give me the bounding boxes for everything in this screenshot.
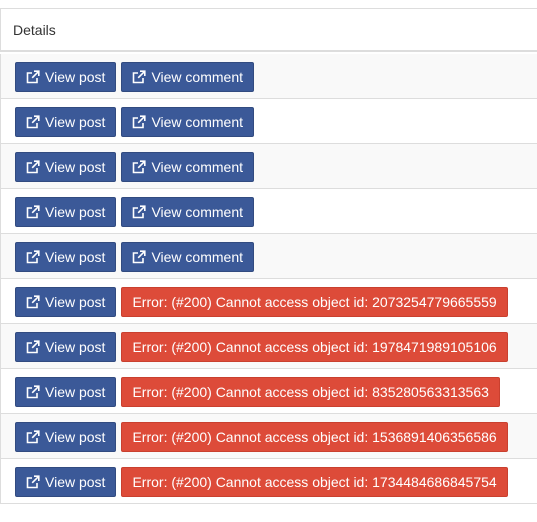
view-post-label: View post bbox=[45, 339, 106, 355]
view-post-label: View post bbox=[45, 474, 106, 490]
details-cell: View post Error: (#200) Cannot access obj… bbox=[15, 467, 508, 497]
table-row: View post View comment bbox=[0, 54, 537, 99]
error-badge: Error: (#200) Cannot access object id: 1… bbox=[121, 332, 508, 362]
external-link-icon bbox=[26, 250, 40, 264]
table-row: View post View comment bbox=[0, 189, 537, 234]
table-header: Details bbox=[0, 8, 537, 52]
view-comment-button[interactable]: View comment bbox=[121, 152, 255, 182]
view-post-label: View post bbox=[45, 429, 106, 445]
column-header-details: Details bbox=[13, 22, 56, 38]
view-comment-button[interactable]: View comment bbox=[121, 62, 255, 92]
view-post-button[interactable]: View post bbox=[15, 152, 117, 182]
error-message: Error: (#200) Cannot access object id: 2… bbox=[132, 294, 497, 310]
view-post-label: View post bbox=[45, 114, 106, 130]
view-post-label: View post bbox=[45, 384, 106, 400]
view-comment-button[interactable]: View comment bbox=[121, 242, 255, 272]
view-comment-button[interactable]: View comment bbox=[121, 107, 255, 137]
table-row: View post View comment bbox=[0, 234, 537, 279]
view-post-button[interactable]: View post bbox=[15, 332, 117, 362]
table-row: View post Error: (#200) Cannot access obj… bbox=[0, 279, 537, 324]
error-message: Error: (#200) Cannot access object id: 1… bbox=[132, 429, 497, 445]
table-row: View post View comment bbox=[0, 144, 537, 189]
external-link-icon bbox=[133, 70, 147, 84]
external-link-icon bbox=[133, 160, 147, 174]
external-link-icon bbox=[26, 430, 40, 444]
table-row: View post Error: (#200) Cannot access obj… bbox=[0, 459, 537, 504]
table-row: View post Error: (#200) Cannot access obj… bbox=[0, 324, 537, 369]
error-message: Error: (#200) Cannot access object id: 1… bbox=[132, 474, 497, 490]
view-comment-button[interactable]: View comment bbox=[121, 197, 255, 227]
table-row: View post Error: (#200) Cannot access obj… bbox=[0, 369, 537, 414]
error-message: Error: (#200) Cannot access object id: 1… bbox=[132, 339, 497, 355]
view-post-button[interactable]: View post bbox=[15, 287, 117, 317]
external-link-icon bbox=[26, 115, 40, 129]
table-row: View post Error: (#200) Cannot access obj… bbox=[0, 414, 537, 459]
details-cell: View post Error: (#200) Cannot access obj… bbox=[15, 332, 508, 362]
details-cell: View post View comment bbox=[15, 62, 255, 92]
external-link-icon bbox=[26, 205, 40, 219]
details-cell: View post View comment bbox=[15, 107, 255, 137]
view-post-label: View post bbox=[45, 69, 106, 85]
external-link-icon bbox=[26, 340, 40, 354]
external-link-icon bbox=[26, 385, 40, 399]
details-cell: View post Error: (#200) Cannot access obj… bbox=[15, 377, 500, 407]
view-post-button[interactable]: View post bbox=[15, 422, 117, 452]
details-cell: View post Error: (#200) Cannot access obj… bbox=[15, 422, 508, 452]
external-link-icon bbox=[26, 160, 40, 174]
details-cell: View post View comment bbox=[15, 197, 255, 227]
error-badge: Error: (#200) Cannot access object id: 1… bbox=[121, 467, 508, 497]
table-row: View post View comment bbox=[0, 99, 537, 144]
details-cell: View post Error: (#200) Cannot access obj… bbox=[15, 287, 508, 317]
error-badge: Error: (#200) Cannot access object id: 8… bbox=[121, 377, 500, 407]
view-post-button[interactable]: View post bbox=[15, 62, 117, 92]
error-badge: Error: (#200) Cannot access object id: 2… bbox=[121, 287, 508, 317]
error-message: Error: (#200) Cannot access object id: 8… bbox=[132, 384, 489, 400]
view-post-button[interactable]: View post bbox=[15, 467, 117, 497]
view-post-button[interactable]: View post bbox=[15, 197, 117, 227]
external-link-icon bbox=[133, 115, 147, 129]
error-badge: Error: (#200) Cannot access object id: 1… bbox=[121, 422, 508, 452]
external-link-icon bbox=[133, 250, 147, 264]
view-post-button[interactable]: View post bbox=[15, 377, 117, 407]
external-link-icon bbox=[26, 70, 40, 84]
details-cell: View post View comment bbox=[15, 152, 255, 182]
view-post-button[interactable]: View post bbox=[15, 107, 117, 137]
view-comment-label: View comment bbox=[151, 204, 244, 220]
external-link-icon bbox=[133, 205, 147, 219]
view-comment-label: View comment bbox=[151, 249, 244, 265]
external-link-icon bbox=[26, 475, 40, 489]
view-post-label: View post bbox=[45, 294, 106, 310]
view-post-label: View post bbox=[45, 249, 106, 265]
view-post-button[interactable]: View post bbox=[15, 242, 117, 272]
view-comment-label: View comment bbox=[151, 114, 244, 130]
view-post-label: View post bbox=[45, 204, 106, 220]
details-cell: View post View comment bbox=[15, 242, 255, 272]
view-post-label: View post bbox=[45, 159, 106, 175]
view-comment-label: View comment bbox=[151, 69, 244, 85]
external-link-icon bbox=[26, 295, 40, 309]
view-comment-label: View comment bbox=[151, 159, 244, 175]
